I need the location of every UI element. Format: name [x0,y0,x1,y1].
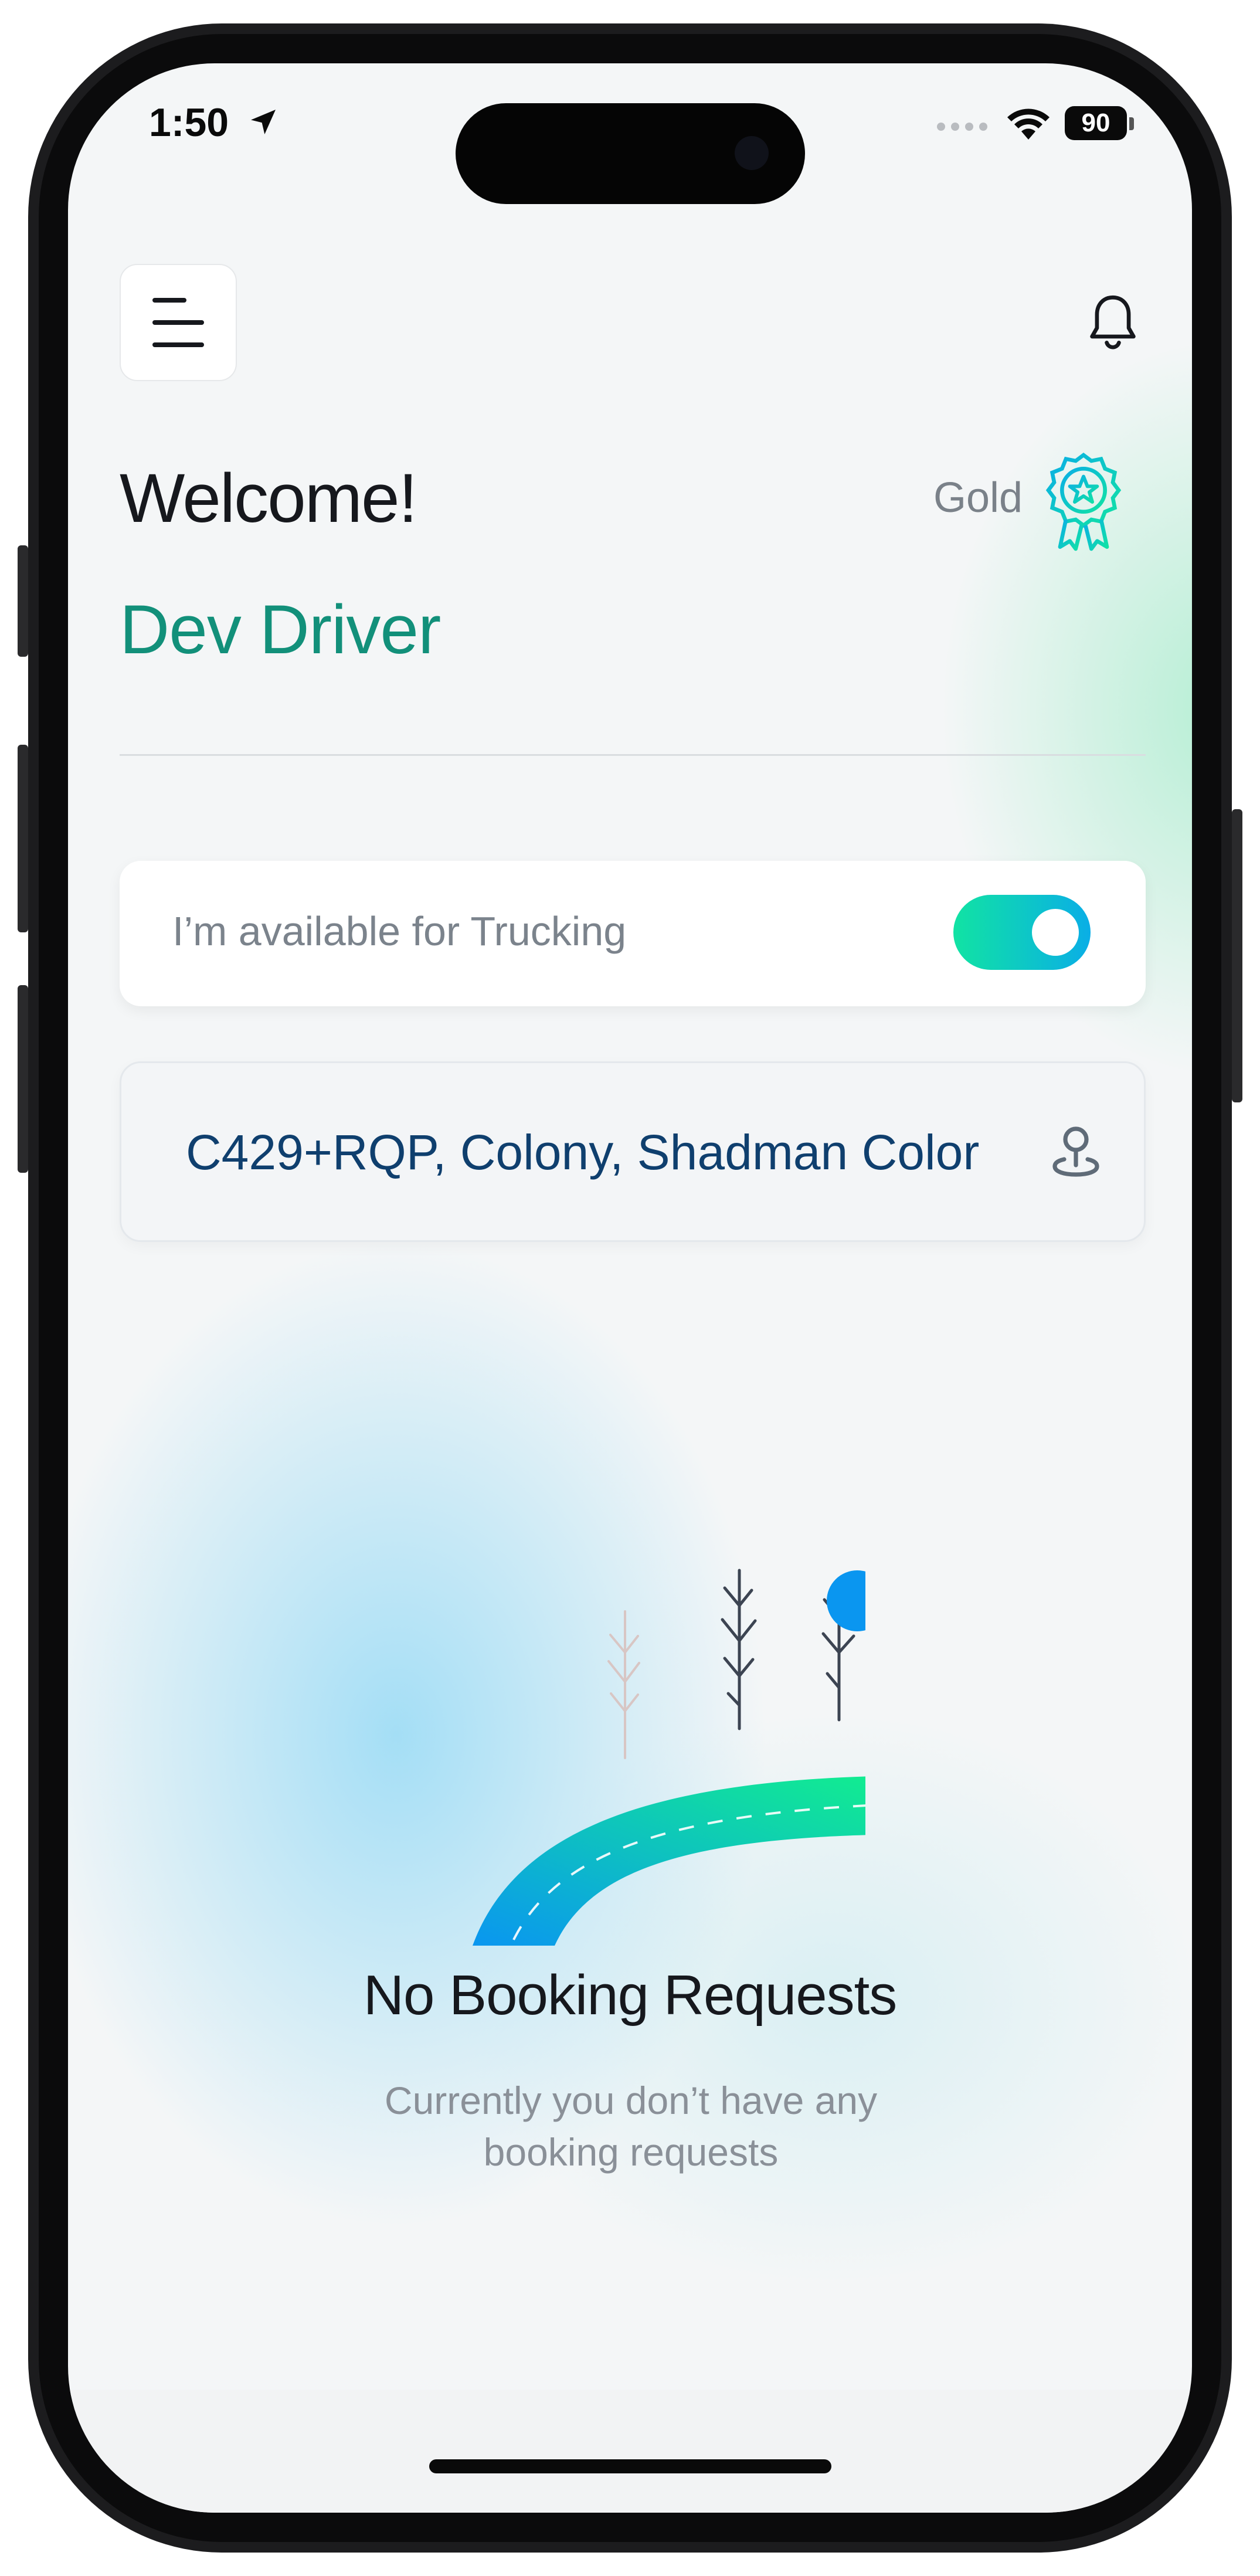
location-card[interactable]: C429+RQP, Colony, Shadman Color [120,1061,1146,1242]
availability-toggle[interactable] [953,895,1091,970]
driver-name: Dev Driver [120,591,441,668]
badge-award-icon [1045,452,1122,551]
front-camera [735,136,769,170]
empty-state-title: No Booking Requests [363,1964,898,2027]
volume-up-button [18,745,28,932]
status-time: 1:50 [149,100,229,145]
volume-down-button [18,985,28,1173]
welcome-heading: Welcome! [120,460,417,537]
availability-label: I’m available for Trucking [172,908,627,954]
menu-button[interactable] [120,264,237,381]
road-trees-illustration [473,1569,865,1946]
app-screen: 1:50 90 Welcome! Gold Dev Driver I’m ava… [68,63,1192,2513]
dynamic-island [456,103,805,204]
bell-icon[interactable] [1084,291,1142,355]
map-pin-icon[interactable] [1048,1121,1104,1182]
bottom-safe-area [68,2390,1192,2513]
location-arrow-icon [251,110,276,134]
battery-indicator: 90 [1065,106,1127,140]
action-button [18,545,28,657]
hamburger-menu-icon [152,298,204,347]
availability-card: I’m available for Trucking [120,861,1146,1006]
tier-label: Gold [933,474,1023,521]
empty-state-subtitle: Currently you don’t have any booking req… [384,2079,878,2174]
current-address: C429+RQP, Colony, Shadman Color [186,1125,980,1180]
home-indicator[interactable] [429,2459,831,2473]
wifi-icon [1007,108,1050,140]
power-button [1232,809,1242,1102]
cellular-signal-icon [937,123,987,131]
section-divider [120,754,1146,756]
battery-cap [1129,117,1134,130]
toggle-knob [1032,909,1079,956]
